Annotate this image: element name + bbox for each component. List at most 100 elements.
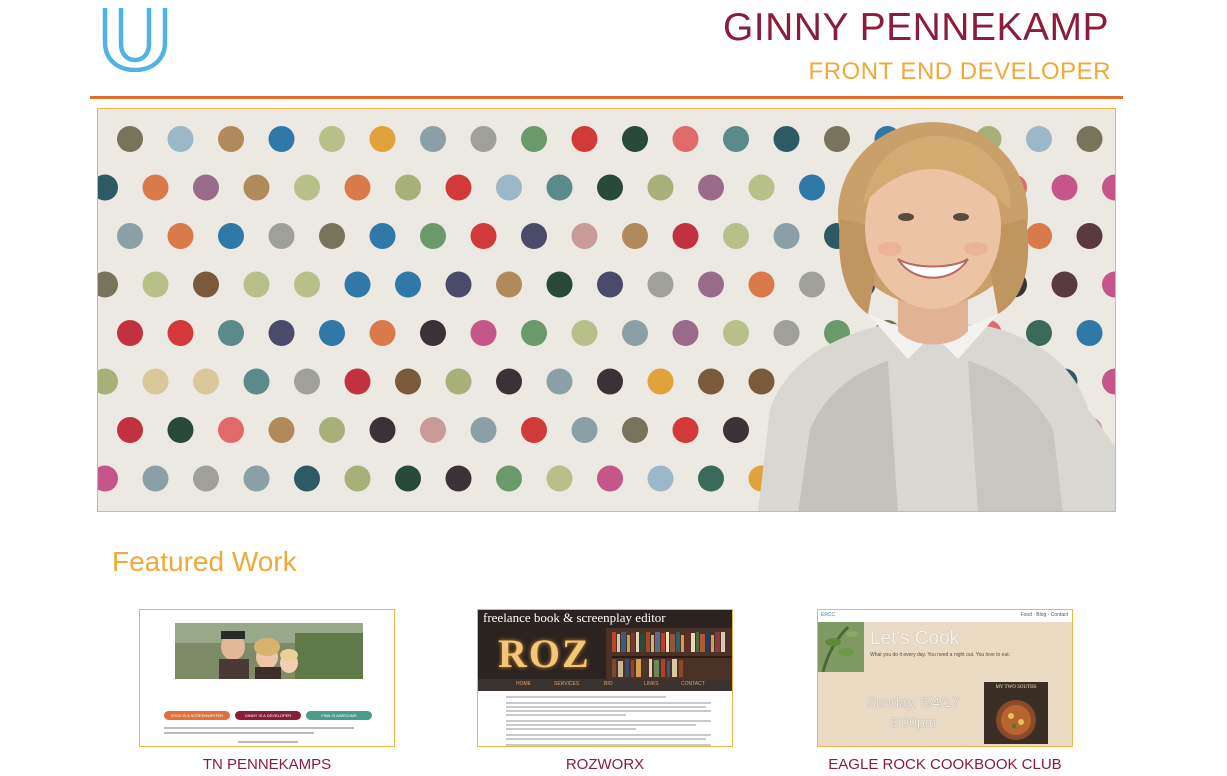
thumb-nav-item: HOME xyxy=(516,681,531,687)
wall-dot xyxy=(243,465,270,492)
thumb-nav-item: CONTACT xyxy=(681,681,705,687)
thumb-banner: freelance book & screenplay editor ROZ xyxy=(478,610,732,679)
wall-dot xyxy=(521,417,547,443)
wall-dot xyxy=(420,126,446,152)
wall-dot xyxy=(496,271,522,298)
thumb-topbar: ERCC Food · Blog · Contact xyxy=(818,610,1072,622)
wall-dot xyxy=(723,417,749,443)
wall-dot xyxy=(748,271,775,298)
wall-dot xyxy=(167,417,194,443)
thumb-nav: HOME SERVICES BIO LINKS CONTACT xyxy=(478,679,732,691)
wall-dot xyxy=(319,126,345,152)
wall-dot xyxy=(369,223,396,249)
thumb-text-line xyxy=(506,720,711,722)
thumb-text-line xyxy=(164,727,354,729)
wall-dot xyxy=(344,368,371,395)
work-thumbnail[interactable]: ERCC Food · Blog · Contact Let's Cook Wh… xyxy=(817,609,1073,747)
wall-dot xyxy=(521,320,547,346)
wall-dot xyxy=(571,320,598,346)
wall-dot xyxy=(142,174,169,201)
thumb-date-line: Sunday, 6/4/17 xyxy=(866,694,960,710)
wall-dot xyxy=(521,126,547,152)
wall-dot xyxy=(723,320,749,346)
wall-dot xyxy=(142,368,169,395)
wall-dot xyxy=(622,320,648,346)
wall-dot xyxy=(167,320,194,346)
wall-dot xyxy=(395,465,421,492)
wall-dot xyxy=(142,465,169,492)
thumb-text-line xyxy=(506,710,711,712)
wall-dot xyxy=(748,368,775,395)
wall-dot xyxy=(445,368,472,395)
work-item-eagle-rock-cookbook-club[interactable]: ERCC Food · Blog · Contact Let's Cook Wh… xyxy=(817,609,1073,773)
thumb-text-line xyxy=(506,728,636,730)
work-thumbnail[interactable]: Kyle, Ginny & Finn Pennekamp KYLE IS A S… xyxy=(139,609,395,747)
work-thumbnail[interactable]: freelance book & screenplay editor ROZ H… xyxy=(477,609,733,747)
wall-dot xyxy=(799,271,825,298)
work-item-tn-pennekamps[interactable]: Kyle, Ginny & Finn Pennekamp KYLE IS A S… xyxy=(139,609,395,773)
thumb-text-line xyxy=(238,741,298,743)
wall-dot xyxy=(268,223,295,249)
wall-dot xyxy=(319,417,345,443)
work-caption-tn-pennekamps[interactable]: TN PENNEKAMPS xyxy=(99,756,435,773)
thumb-button-screenwriter: KYLE IS A SCREENWRITER xyxy=(164,711,230,720)
wall-dot xyxy=(647,465,674,492)
wall-dot xyxy=(420,417,446,443)
wall-dot xyxy=(824,126,850,152)
wall-dot xyxy=(546,271,573,298)
wall-dot xyxy=(243,174,270,201)
wall-dot xyxy=(647,174,674,201)
wall-dot xyxy=(597,465,623,492)
wall-dot xyxy=(294,368,320,395)
wall-dot xyxy=(445,465,472,492)
wall-dot xyxy=(117,223,143,249)
wall-dot xyxy=(672,417,699,443)
wall-dot xyxy=(1026,223,1052,249)
thumb-nav-item: BIO xyxy=(604,681,613,687)
wall-dot xyxy=(294,271,320,298)
work-caption-rozworx[interactable]: ROZWORX xyxy=(437,756,773,773)
wall-dot xyxy=(268,320,295,346)
wall-dot xyxy=(799,174,825,201)
thumb-body: Let's Cook What you do it every day. You… xyxy=(818,622,1072,746)
wall-dot xyxy=(773,320,800,346)
work-item-rozworx[interactable]: freelance book & screenplay editor ROZ H… xyxy=(477,609,733,773)
site-owner-name: GINNY PENNEKAMP xyxy=(722,6,1109,49)
wall-dot xyxy=(344,174,371,201)
wall-dot xyxy=(546,174,573,201)
wall-dot xyxy=(496,465,522,492)
wall-dot xyxy=(723,223,749,249)
wall-dot xyxy=(571,223,598,249)
wall-dot xyxy=(698,174,724,201)
wall-dot xyxy=(622,126,648,152)
header-divider xyxy=(90,96,1123,99)
featured-work-heading: Featured Work xyxy=(112,546,297,577)
wall-dot xyxy=(218,223,244,249)
wall-dot xyxy=(647,271,674,298)
wall-dot xyxy=(647,368,674,395)
wall-dot xyxy=(218,320,244,346)
thumb-subtitle: What you do it every day. You need a nig… xyxy=(870,652,1011,658)
thumb-time-line: 6:00pm xyxy=(889,714,937,730)
wall-dot xyxy=(698,271,724,298)
wall-dot xyxy=(748,174,775,201)
wall-dot xyxy=(672,126,699,152)
wall-dot xyxy=(496,368,522,395)
wall-dot xyxy=(496,174,522,201)
wall-dot xyxy=(319,320,345,346)
wall-dot xyxy=(622,223,648,249)
wall-dot xyxy=(1076,223,1103,249)
wall-dot xyxy=(243,271,270,298)
family-photo xyxy=(175,623,363,679)
udacity-logo-icon[interactable] xyxy=(100,4,170,73)
thumb-logo: ROZ xyxy=(498,631,591,676)
thumb-button-developer: GINNY IS A DEVELOPER xyxy=(235,711,301,720)
wall-dot xyxy=(1076,320,1103,346)
wall-dot xyxy=(420,320,446,346)
wall-dot xyxy=(1076,126,1103,152)
wall-dot xyxy=(470,417,497,443)
thumb-nav: Food · Blog · Contact xyxy=(1020,612,1068,618)
wall-dot xyxy=(218,126,244,152)
thumb-text-line xyxy=(506,702,711,704)
work-caption-eagle-rock-cookbook-club[interactable]: EAGLE ROCK COOKBOOK CLUB xyxy=(777,756,1113,773)
